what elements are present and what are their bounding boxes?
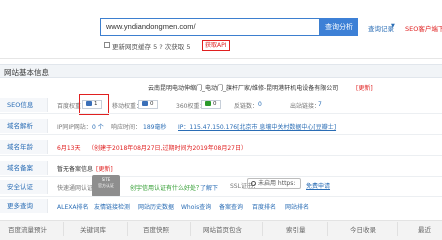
so-weight-icon xyxy=(205,101,211,106)
learn-more-link[interactable]: 了解下 xyxy=(200,183,218,192)
tab-baidu-snapshot[interactable]: 百度快照 xyxy=(143,224,169,234)
seo-client-link[interactable]: SEO客户端下 xyxy=(405,23,442,33)
site-rank-link[interactable]: 网站排名 xyxy=(285,202,309,211)
backlink-label: 反链数： xyxy=(234,103,259,110)
whois-link[interactable]: Whois查询 xyxy=(181,202,211,211)
row-label-record: 域名备案 xyxy=(0,161,48,175)
tab-keywords[interactable]: 关键词库 xyxy=(80,224,106,234)
tab-separator xyxy=(127,222,128,236)
record-query-link[interactable]: 备案查询 xyxy=(219,202,243,211)
update-cache-checkbox[interactable] xyxy=(104,42,110,48)
same-ip-label: IP同IP网站： xyxy=(57,124,92,131)
tab-index-count[interactable]: 索引量 xyxy=(286,224,306,234)
get-api-button[interactable]: 获取API xyxy=(202,40,230,51)
domain-age-detail: （创建于2018年08月27日,过期时间为2019年08月27日） xyxy=(88,145,247,152)
tab-recent[interactable]: 最近 xyxy=(418,224,431,234)
mobile-weight-badge[interactable]: 0 xyxy=(138,100,158,109)
query-button[interactable]: 查询分析 xyxy=(320,18,358,36)
tab-separator xyxy=(397,222,398,236)
ip-location-link[interactable]: IP：115.47.150.176[北京市 息壤中关村数据中心[豆瓣士] xyxy=(178,122,336,131)
row-label-whois: 域名解析 xyxy=(0,119,48,133)
record-value: 暂无备案信息 xyxy=(57,166,94,173)
update-cache-label: 更新网页缓存 5 ? 次获取 5 xyxy=(112,43,191,51)
company-update-link[interactable]: [更新] xyxy=(356,83,373,92)
outlink-label: 出站链接： xyxy=(290,103,321,110)
company-title: 云南昆明电动伸缩门_电动门_旗杆厂家/维修-昆明港轩机电设备有限公司 xyxy=(148,85,339,92)
friendlink-link[interactable]: 友情链接检测 xyxy=(94,202,130,211)
divider xyxy=(0,113,442,114)
row-label-more: 更多查询 xyxy=(0,199,48,213)
mobile-weight-icon xyxy=(142,101,148,106)
tab-today-index[interactable]: 今日收录 xyxy=(350,224,376,234)
seal-line2: 官方认证 xyxy=(98,183,114,188)
chevron-down-icon[interactable]: ▼ xyxy=(391,23,395,29)
backlink-value[interactable]: 0 xyxy=(258,101,262,108)
quick-cert-label: 快速通网认证 xyxy=(57,185,94,192)
highlight-box xyxy=(79,94,109,115)
outlink-value[interactable]: 7 xyxy=(318,101,322,108)
divider xyxy=(0,155,442,156)
site-seal-badge[interactable]: SiTE 官方认证 xyxy=(92,175,120,197)
speed-value: 189毫秒 xyxy=(143,124,167,131)
alexa-link[interactable]: ALEXA排名 xyxy=(57,202,88,211)
divider xyxy=(0,58,442,59)
row-label-age: 域名年龄 xyxy=(0,140,48,154)
domain-age-value: 6月13天 xyxy=(57,145,81,152)
search-input[interactable]: www.yndiandongmen.com/ xyxy=(106,22,196,31)
row-label-security: 安全认证 xyxy=(0,180,48,194)
baidu-rank-link[interactable]: 百度排名 xyxy=(252,202,276,211)
trust-link[interactable]: 创宇信用认证有什么好处？ xyxy=(130,183,202,192)
record-update-link[interactable]: [更新] xyxy=(96,164,113,173)
history-data-link[interactable]: 网站历史数据 xyxy=(138,202,174,211)
so-weight-badge[interactable]: 0 xyxy=(201,100,221,109)
free-ssl-link[interactable]: 免费申请 xyxy=(306,181,330,190)
divider xyxy=(0,196,442,197)
tab-baidu-traffic[interactable]: 百度流量预计 xyxy=(8,224,47,234)
tab-separator xyxy=(190,222,191,236)
info-icon xyxy=(251,181,256,186)
tab-separator xyxy=(327,222,328,236)
tab-separator xyxy=(63,222,64,236)
info-title: 网站基本信息 xyxy=(4,68,49,77)
speed-label: 响应时间： xyxy=(111,124,142,131)
divider xyxy=(0,134,442,135)
tab-separator xyxy=(262,222,263,236)
same-ip-count[interactable]: 0 个 xyxy=(92,122,104,131)
ssl-status: 未启用 https: xyxy=(247,178,301,189)
info-header xyxy=(0,64,442,78)
row-label-seo: SEO信息 xyxy=(0,98,48,112)
tab-homepage-include[interactable]: 网站首页包含 xyxy=(203,224,242,234)
divider xyxy=(0,176,442,177)
